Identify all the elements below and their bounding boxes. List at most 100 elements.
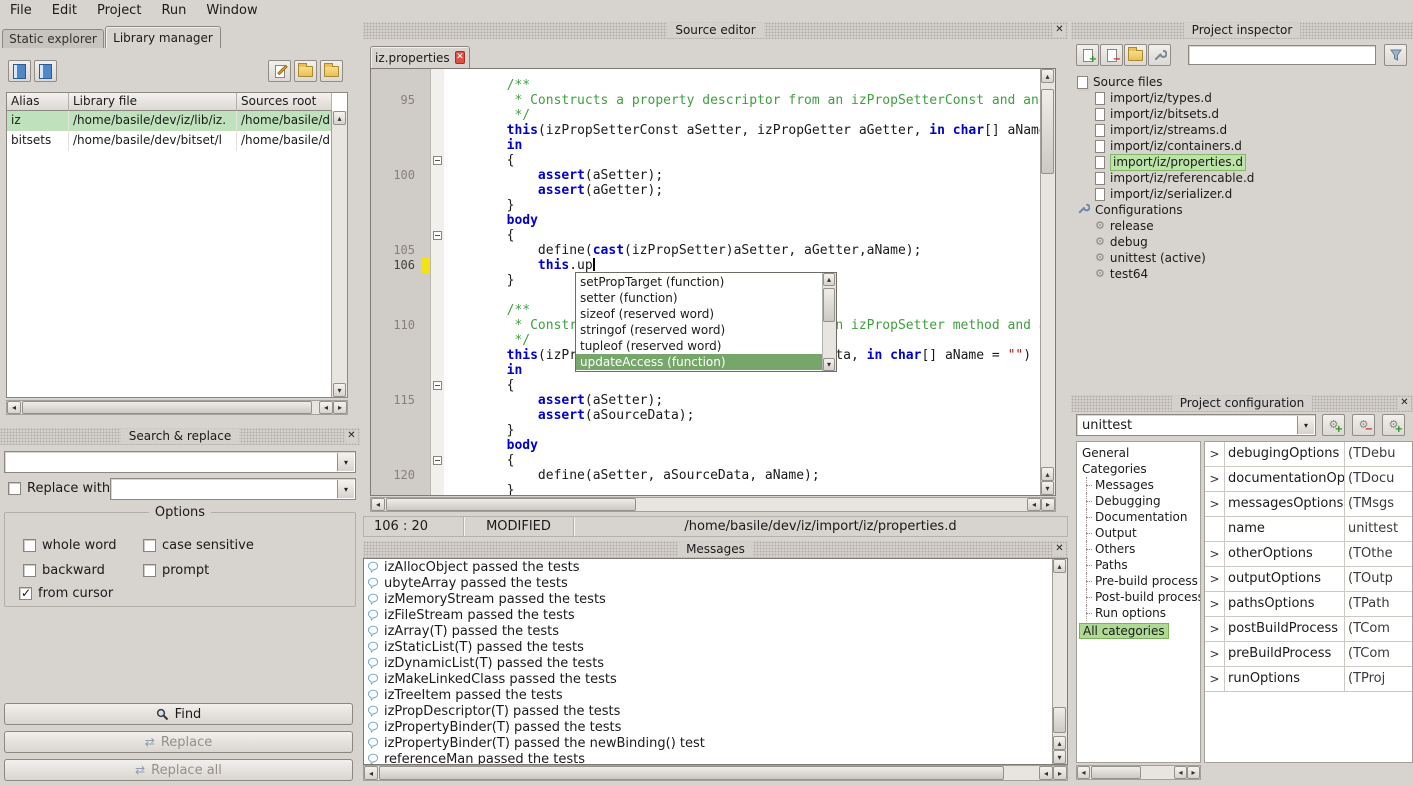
message-item[interactable]: izAllocObject passed the tests [367,559,1051,575]
add-configuration-button[interactable]: ⚙+ [1322,414,1345,436]
tree-file-item[interactable]: import/iz/serializer.d [1095,186,1413,202]
edit-library-button[interactable] [268,60,291,82]
scroll-right-button[interactable]: ▸ [1041,498,1055,511]
code-line[interactable]: } [444,198,514,213]
scroll-up-button-2[interactable]: ▴ [1053,736,1066,750]
tab-iz-properties[interactable]: iz.properties ✕ [370,46,470,68]
library-table-row[interactable]: iz/home/basile/dev/iz/lib/iz./home/basil… [7,111,347,131]
expander-icon[interactable]: > [1205,442,1225,466]
property-row[interactable]: >runOptions(TProj [1205,667,1412,692]
property-row[interactable]: >postBuildProcess(TCom [1205,617,1412,642]
code-line[interactable]: assert(aGetter); [444,183,663,198]
code-line[interactable]: body [444,213,538,228]
code-line[interactable]: } [444,423,514,438]
code-line[interactable]: * Constructs a property descriptor from … [444,93,1039,108]
close-icon[interactable]: ✕ [1398,397,1411,410]
filter-input[interactable] [1188,45,1376,65]
completion-item[interactable]: stringof (reserved word) [576,322,822,338]
code-line[interactable]: assert(aSetter); [444,393,663,408]
search-input[interactable]: ▾ [4,451,356,473]
scroll-left-button-2[interactable]: ◂ [1027,498,1041,511]
replace-all-button[interactable]: ⇄ Replace all [4,759,353,781]
scroll-left-button-2[interactable]: ◂ [1039,766,1053,780]
editor-gutter[interactable]: 95100105106110115120 [371,69,431,495]
tree-file-item[interactable]: import/iz/properties.d [1095,154,1413,170]
category-item[interactable]: Pre-build process [1077,573,1200,589]
configuration-selector[interactable]: unittest ▾ [1076,414,1316,436]
remove-configuration-button[interactable]: ⚙− [1352,414,1375,436]
chevron-down-icon[interactable]: ▾ [1297,416,1314,434]
fold-marker-icon[interactable] [433,231,442,240]
scroll-down-button[interactable]: ▾ [1053,750,1066,764]
property-value[interactable]: unittest [1345,517,1412,541]
message-item[interactable]: referenceMan passed the tests [367,751,1051,765]
menu-item-file[interactable]: File [0,2,42,19]
scroll-up-button[interactable]: ▴ [1041,69,1054,83]
add-folder-button[interactable] [1124,44,1147,66]
expander-icon[interactable]: > [1205,617,1225,641]
from-cursor-checkbox[interactable] [19,587,32,600]
scrollbar-thumb[interactable] [386,498,636,511]
scroll-down-button[interactable]: ▾ [1041,481,1054,495]
scrollbar-thumb[interactable] [1041,89,1054,174]
close-icon[interactable]: ✕ [1053,543,1066,556]
scroll-up-button[interactable]: ▴ [823,273,835,286]
fold-marker-icon[interactable] [433,156,442,165]
scroll-up-button[interactable]: ▴ [1053,559,1066,573]
scrollbar-thumb[interactable] [379,766,1004,780]
library-table-vscrollbar[interactable]: ▴ ▾ [331,111,347,397]
category-item[interactable]: Output [1077,525,1200,541]
code-line[interactable]: { [444,228,514,243]
code-line[interactable]: body [444,438,538,453]
menu-item-run[interactable]: Run [151,2,196,19]
property-row[interactable]: >outputOptions(TOutp [1205,567,1412,592]
category-all-categories[interactable]: All categories [1077,623,1200,639]
select-sources-root-button[interactable] [320,60,343,82]
property-value[interactable]: (TDebu [1345,442,1412,466]
expander-icon[interactable]: > [1205,592,1225,616]
editor-fold-margin[interactable] [431,69,444,495]
category-item[interactable]: Debugging [1077,493,1200,509]
property-row[interactable]: >documentationOptions(TDocu [1205,467,1412,492]
expander-icon[interactable]: > [1205,542,1225,566]
code-line[interactable]: } [444,483,514,495]
code-line[interactable]: this.up [444,258,595,273]
property-value[interactable]: (TOutp [1345,567,1412,591]
close-tab-icon[interactable]: ✕ [455,51,465,64]
code-line[interactable]: in [444,363,522,378]
scroll-left-button[interactable]: ◂ [364,766,378,780]
code-line[interactable]: in [444,138,522,153]
property-value[interactable]: (TPath [1345,592,1412,616]
replace-input[interactable]: ▾ [110,478,356,500]
code-line[interactable]: { [444,378,514,393]
message-item[interactable]: izMakeLinkedClass passed the tests [367,671,1051,687]
category-item[interactable]: Categories [1077,461,1200,477]
message-item[interactable]: izPropDescriptor(T) passed the tests [367,703,1051,719]
tree-source-files[interactable]: Source files [1077,74,1413,90]
chevron-down-icon[interactable]: ▾ [337,480,354,498]
category-item[interactable]: Documentation [1077,509,1200,525]
tree-configuration-item[interactable]: ⚙unittest (active) [1095,250,1413,266]
chevron-down-icon[interactable]: ▾ [337,453,354,471]
message-item[interactable]: izStaticList(T) passed the tests [367,639,1051,655]
message-item[interactable]: izPropertyBinder(T) passed the newBindin… [367,735,1051,751]
editor-vscrollbar[interactable]: ▴ ▴ ▾ [1040,69,1055,495]
save-library-list-button[interactable] [34,60,57,82]
expander-icon[interactable]: > [1205,667,1225,691]
column-header-sources-root[interactable]: Sources root [237,93,332,111]
property-value[interactable]: (TCom [1345,617,1412,641]
category-item[interactable]: Messages [1077,477,1200,493]
editor-hscrollbar[interactable]: ◂ ◂ ▸ [370,497,1056,512]
code-line[interactable]: */ [444,333,530,348]
fold-marker-icon[interactable] [433,381,442,390]
code-line[interactable]: define(cast(izPropSetter)aSetter, aGette… [444,243,921,258]
scroll-left-button-2[interactable]: ◂ [319,401,333,414]
property-row[interactable]: >preBuildProcess(TCom [1205,642,1412,667]
tree-configuration-item[interactable]: ⚙debug [1095,234,1413,250]
scroll-left-button[interactable]: ◂ [371,498,385,511]
completion-scrollbar[interactable]: ▴ ▾ [822,273,836,371]
category-item[interactable]: Others [1077,541,1200,557]
backward-checkbox[interactable] [23,564,36,577]
scroll-up-button-2[interactable]: ▴ [1041,467,1054,481]
property-row[interactable]: nameunittest [1205,517,1412,542]
